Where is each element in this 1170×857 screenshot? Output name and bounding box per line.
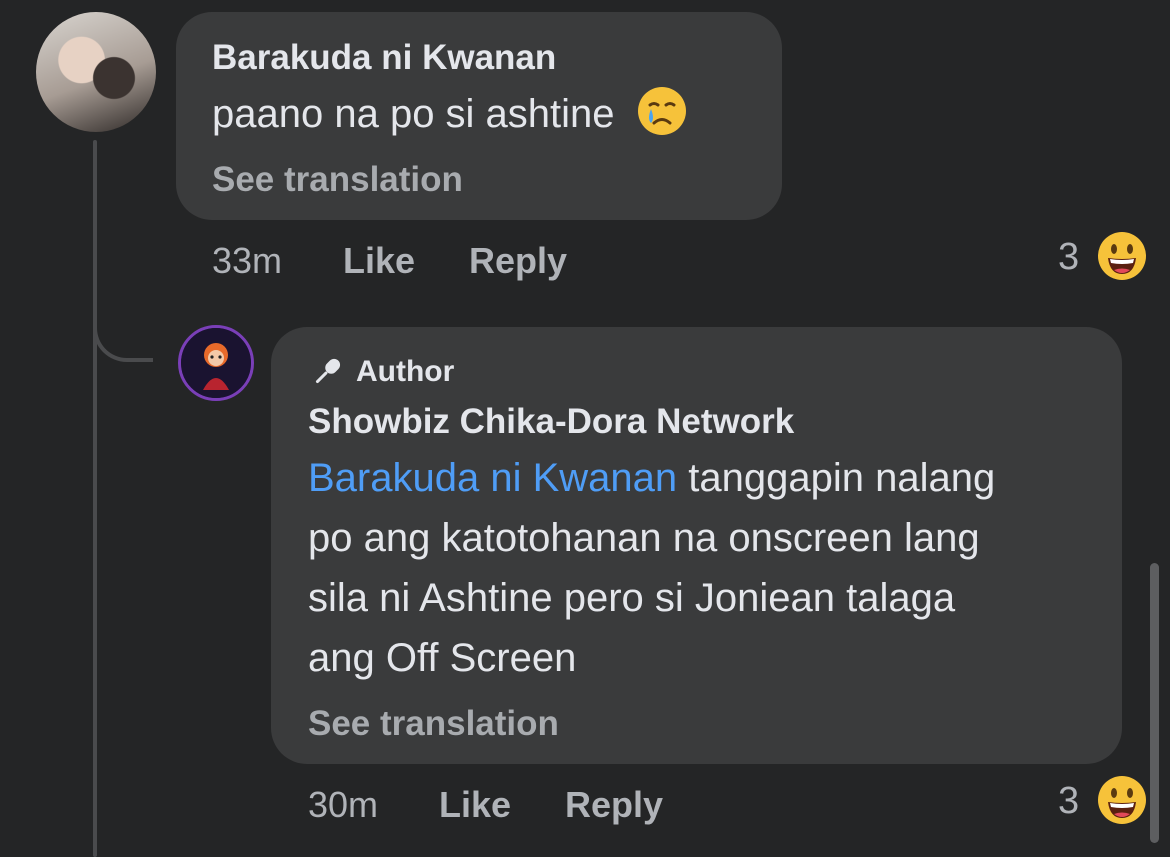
reply-text-line: Barakuda ni Kwanan tanggapin nalang bbox=[308, 448, 1108, 508]
mention-link[interactable]: Barakuda ni Kwanan bbox=[308, 456, 677, 500]
crying-face-icon bbox=[637, 87, 686, 135]
reply-button[interactable]: Reply bbox=[565, 784, 663, 826]
reply-text-line: sila ni Ashtine pero si Joniean talaga bbox=[308, 576, 956, 620]
like-button[interactable]: Like bbox=[439, 784, 511, 826]
reply-author-name[interactable]: Showbiz Chika-Dora Network bbox=[308, 402, 794, 442]
avatar[interactable] bbox=[36, 12, 156, 132]
scrollbar[interactable] bbox=[1150, 563, 1159, 843]
thread-connector-line bbox=[93, 140, 97, 857]
see-translation-link[interactable]: See translation bbox=[308, 704, 559, 744]
microphone-icon bbox=[315, 358, 341, 384]
reply-text: Barakuda ni Kwanan tanggapin nalang po a… bbox=[308, 448, 1108, 688]
comment-author-name[interactable]: Barakuda ni Kwanan bbox=[212, 38, 556, 78]
see-translation-link[interactable]: See translation bbox=[212, 160, 463, 200]
comment-text: paano na po si ashtine bbox=[212, 84, 688, 144]
reaction-count[interactable]: 3 bbox=[1058, 236, 1079, 279]
author-badge: Author bbox=[308, 352, 454, 392]
grinning-face-icon[interactable] bbox=[1096, 774, 1148, 826]
reply-timestamp[interactable]: 30m bbox=[308, 784, 378, 826]
grinning-face-icon[interactable] bbox=[1096, 230, 1148, 282]
reply-text-line: po ang katotohanan na onscreen lang bbox=[308, 516, 980, 560]
reply-button[interactable]: Reply bbox=[469, 240, 567, 282]
page-avatar[interactable] bbox=[178, 325, 254, 401]
comment-timestamp[interactable]: 33m bbox=[212, 240, 282, 282]
comment-thread: Barakuda ni Kwanan paano na po si ashtin… bbox=[0, 0, 1170, 857]
comment-text-content: paano na po si ashtine bbox=[212, 92, 615, 136]
reaction-count[interactable]: 3 bbox=[1058, 780, 1079, 823]
reply-text-line: ang Off Screen bbox=[308, 636, 577, 680]
thread-connector-curve bbox=[93, 300, 153, 362]
like-button[interactable]: Like bbox=[343, 240, 415, 282]
author-badge-label: Author bbox=[356, 355, 455, 388]
reply-text-segment: tanggapin nalang bbox=[688, 456, 996, 500]
